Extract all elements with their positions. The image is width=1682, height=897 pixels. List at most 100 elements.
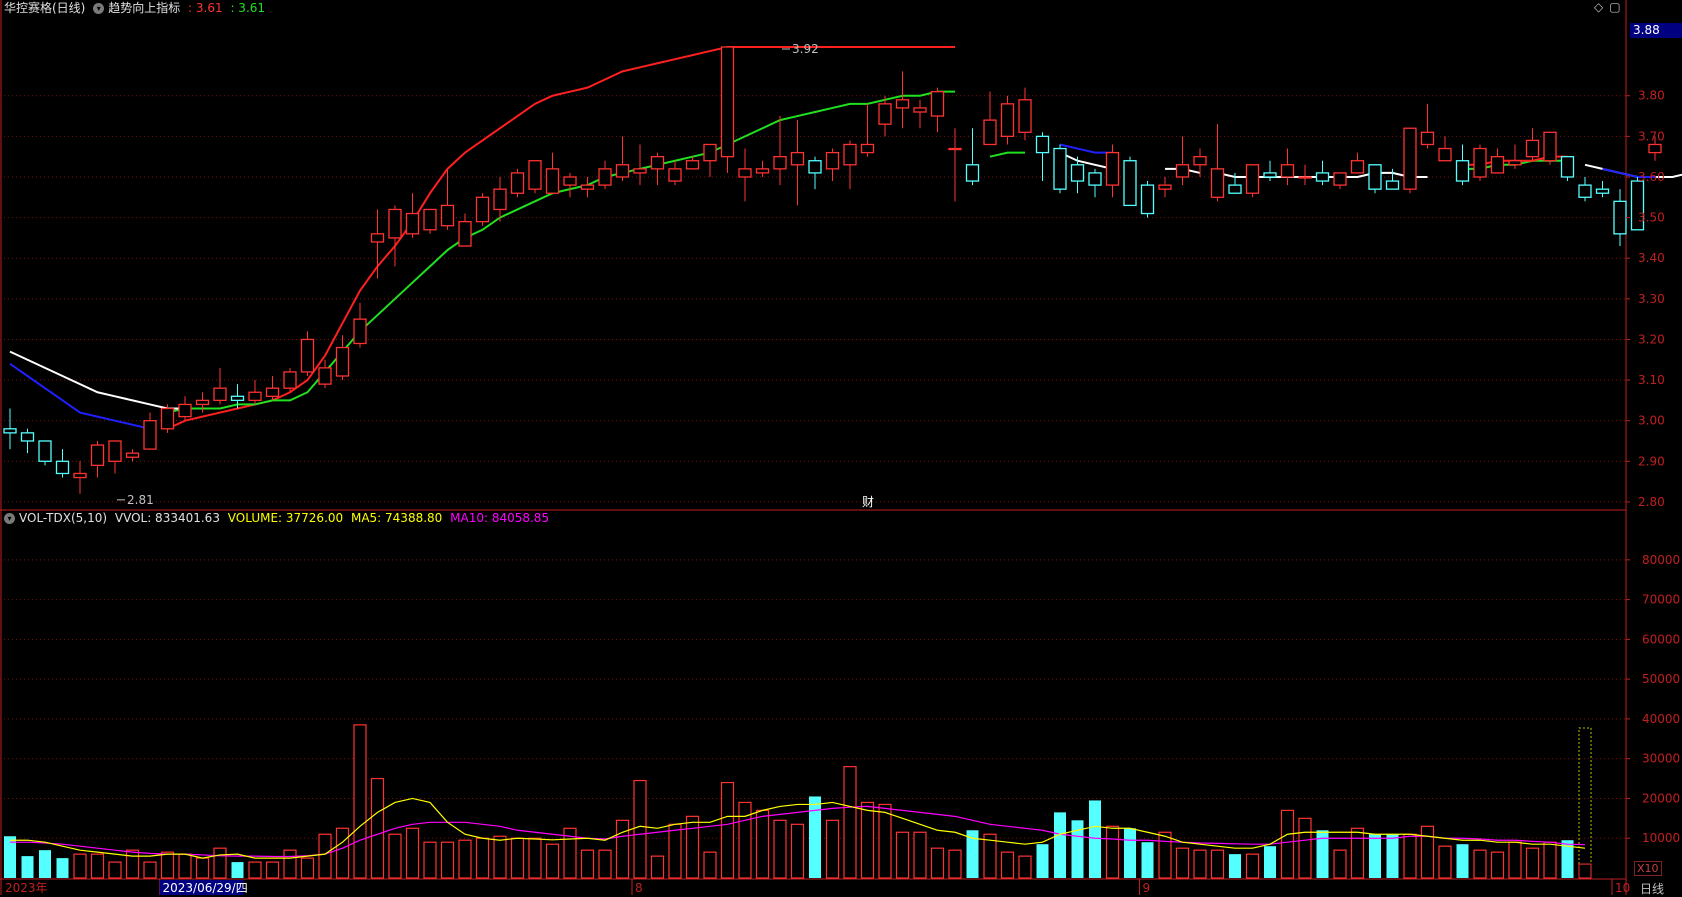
candle [1140,184,1155,215]
volume-bar [668,823,682,879]
volume-header: ▾ VOL-TDX(5,10) VVOL: 833401.63 VOLUME: 3… [4,510,553,526]
price-header: 华控赛格(日线) ▾ 趋势向上指标 : 3.61 : 3.61 [4,0,269,16]
candle [510,172,525,194]
candle [265,387,280,397]
volume-bar [1403,833,1417,879]
candle [493,188,507,211]
volume-bar [160,851,175,879]
zoom-button[interactable]: X10 [1634,861,1662,876]
volume-bar [440,841,455,879]
volume-bar [90,853,105,879]
volume-bar [1490,851,1505,879]
candle [160,407,175,430]
candle [1105,151,1120,186]
candle [1438,147,1452,162]
indicator-name[interactable]: 趋势向上指标 [108,1,180,15]
volume-bar [388,833,402,879]
candle [248,391,262,402]
volume-bar [948,849,962,879]
candle [913,107,927,113]
volume-bar [335,827,350,879]
candle [20,432,35,442]
y-axis: 3.80 3.70 3.60 3.50 3.40 3.30 3.20 3.10 3.00 2.90… [5,89,1680,895]
candle [1245,164,1260,194]
candle [545,168,560,194]
price-tick-label: 3.50 [1638,211,1665,225]
chevron-down-icon[interactable]: ▾ [4,513,15,524]
volume-bar [178,853,192,879]
ma-line-green [167,90,955,414]
chart-canvas[interactable]: 3.92 2.81 3.80 3.70 3.60 3.50 3.40 3.30 3.20 3.1… [0,0,1682,895]
ma5-value: MA5: 74388.80 [350,511,443,525]
price-tick-label: 3.10 [1638,373,1665,387]
x-tick-label: 2023年 [5,881,48,895]
volume-bar [1124,828,1136,878]
volume-bar [825,819,840,879]
volume-bar [1543,841,1557,879]
volume-bar [1578,863,1592,879]
candle [1158,184,1172,190]
volume-bar [1350,827,1365,879]
candle [1508,160,1522,166]
candle [1490,156,1505,174]
volume-bar [580,849,595,879]
candle [1315,172,1330,182]
candle [1595,188,1610,194]
candle [1420,131,1435,146]
candle [1578,184,1592,198]
candle [1368,164,1382,190]
volume-bar [1175,847,1190,879]
price-tick-label: 2.90 [1638,454,1665,468]
candle [283,371,297,389]
volume-bar [475,837,490,879]
ma-segment [989,151,1025,158]
chevron-down-icon[interactable]: ▾ [93,3,105,14]
volume-tick-label: 50000 [1642,672,1680,686]
candle [1385,180,1400,190]
candle [90,444,105,467]
price-tick-label: 3.30 [1638,292,1665,306]
candle [73,472,87,479]
candle [108,440,122,462]
candle [1193,156,1207,166]
candle [213,387,227,402]
ma-segment [1059,151,1113,170]
volume-bar [493,835,507,879]
volume-bar [300,857,315,879]
candle [230,395,245,402]
volume-bar [1210,849,1225,879]
volume-bar [703,851,717,879]
x-tick-label: 2023/06/29/四 [163,881,248,895]
volume-bar [966,830,979,878]
ma10-value: MA10: 84058.85 [450,511,550,525]
volume-bar [125,849,140,879]
restore-icon[interactable]: ▢ [1609,0,1620,14]
volume-bar [615,819,630,879]
last-price-tag: 3.88 [1630,23,1682,38]
candle [1280,164,1295,178]
volume-bar [843,766,857,879]
volume-bar [510,837,525,879]
candle [423,208,437,231]
candle [1350,160,1365,174]
volume-tick-label: 10000 [1642,831,1680,845]
candle [370,233,385,243]
candle [1560,156,1575,178]
finance-marker[interactable]: 财 [862,493,874,510]
candle [388,208,402,239]
volume-bar [773,819,787,879]
candle [195,399,210,406]
price-tick-label: 3.70 [1638,129,1665,143]
price-tick-label: 3.00 [1638,414,1665,428]
volume-bar [528,837,542,879]
x-tick-label: 8 [635,881,643,895]
volume-bar [1369,834,1381,878]
candle [353,318,367,345]
candle [948,147,962,151]
vol-indicator-name[interactable]: VOL-TDX(5,10) [19,511,107,525]
volume-tick-label: 20000 [1642,791,1680,805]
volume-bar [878,803,892,879]
candle [685,160,700,170]
period-label[interactable]: 日线 [1640,880,1664,897]
diamond-icon[interactable]: ◇ [1594,0,1603,14]
